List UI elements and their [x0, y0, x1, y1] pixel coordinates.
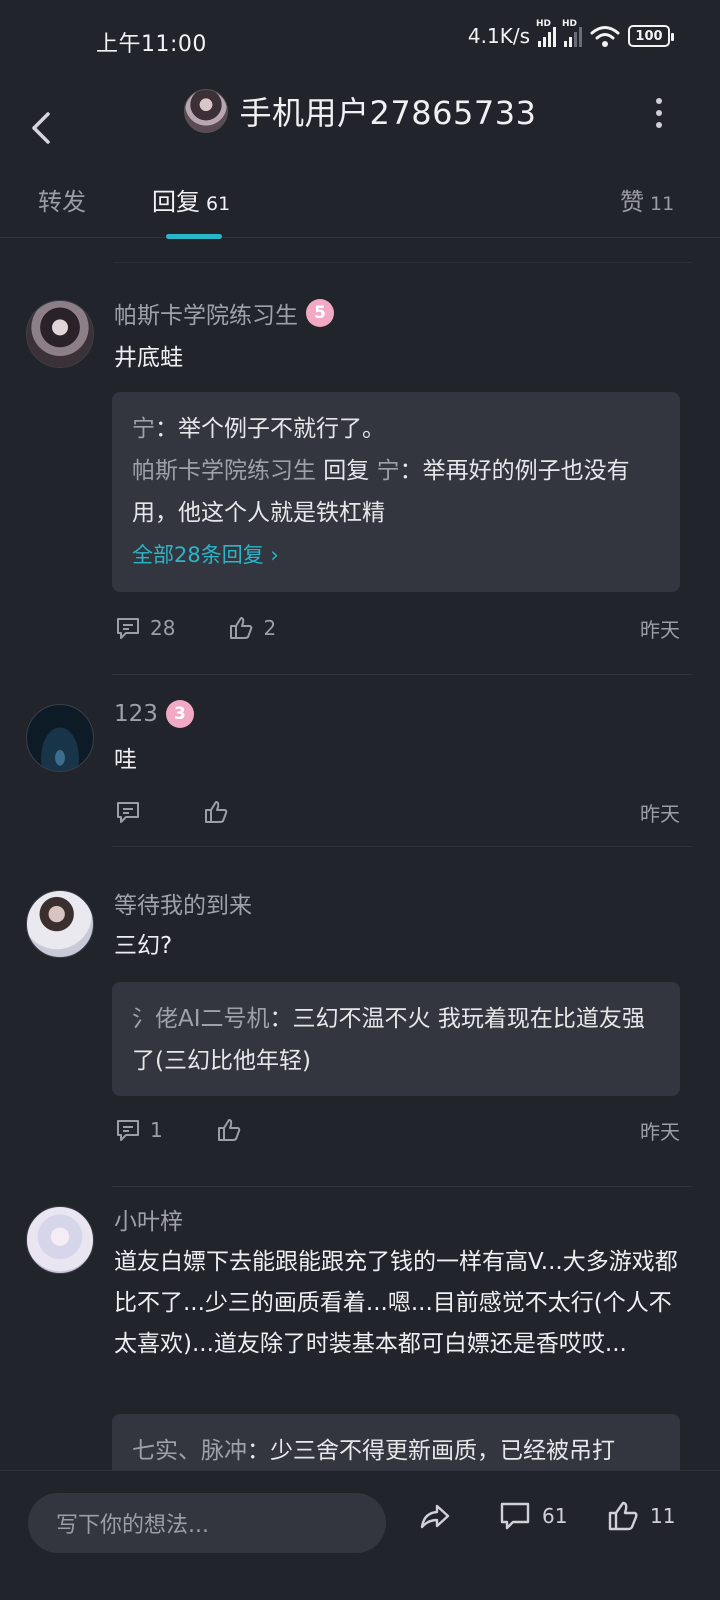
like-button[interactable]: 2 [227, 614, 276, 642]
signal-icon: HD [536, 19, 556, 47]
like-button[interactable]: 11 [606, 1499, 675, 1533]
level-badge: 5 [306, 299, 334, 327]
comment-text: 道友白嫖下去能跟能跟充了钱的一样有高V...大多游戏都比不了...少三的画质看着… [114, 1249, 678, 1357]
tab-repost[interactable]: 转发 [38, 182, 86, 217]
reply-preview[interactable]: 氵佬AI二号机：三幻不温不火 我玩着现在比道友强了(三幻比他年轻) [112, 982, 680, 1096]
status-bar: 上午11:00 4.1K/s HD HD 100 [0, 0, 720, 80]
tab-bar: 转发 回复 61 赞 11 [0, 180, 720, 239]
avatar[interactable] [26, 704, 94, 772]
comment-text: 三幻? [114, 933, 173, 959]
tab-replies[interactable]: 回复 61 [152, 182, 230, 217]
share-icon [420, 1504, 450, 1529]
avatar[interactable] [26, 890, 94, 958]
comment-icon [117, 618, 139, 639]
comment-icon [117, 802, 139, 823]
comments-button[interactable]: 61 [498, 1499, 567, 1533]
comment-time: 昨天 [640, 1119, 680, 1144]
like-button[interactable] [202, 798, 238, 826]
status-time: 上午11:00 [96, 32, 207, 57]
tab-likes[interactable]: 赞 11 [620, 182, 674, 217]
comment-actions: 1 昨天 [114, 1114, 680, 1146]
title-area[interactable]: 手机用户27865733 [0, 88, 720, 134]
wifi-icon [590, 26, 620, 47]
divider [112, 1186, 692, 1187]
comment-input[interactable]: 写下你的想法... [28, 1493, 386, 1553]
comment-actions: 昨天 [114, 796, 680, 828]
comment-text: 哇 [114, 747, 137, 773]
comment-username[interactable]: 小叶梓 [114, 1202, 183, 1236]
view-all-replies-link[interactable]: 全部28条回复 › [132, 534, 660, 576]
thumbs-up-icon [608, 1501, 638, 1531]
signal-icon: HD [562, 19, 582, 47]
avatar[interactable] [26, 1206, 94, 1274]
share-button[interactable] [418, 1499, 452, 1533]
battery-icon: 100 [628, 25, 674, 47]
avatar[interactable] [26, 300, 94, 368]
header: 手机用户27865733 [0, 80, 720, 180]
thumbs-up-icon [217, 1119, 241, 1141]
level-badge: 3 [165, 700, 194, 728]
bottom-bar: 写下你的想法... 61 11 [0, 1470, 720, 1600]
comment-text: 井底蛙 [114, 345, 183, 371]
network-speed: 4.1K/s [467, 24, 530, 48]
divider [114, 262, 692, 263]
reply-preview[interactable]: 宁：举个例子不就行了。 帕斯卡学院练习生 回复 宁：举再好的例子也没有用，他这个… [112, 392, 680, 592]
status-icons: 4.1K/s HD HD 100 [467, 19, 674, 48]
reply-button[interactable] [114, 798, 150, 826]
comment-icon [500, 1502, 530, 1530]
comment-actions: 28 2 昨天 [114, 612, 680, 644]
comment-username[interactable]: 帕斯卡学院练习生 5 [114, 296, 334, 330]
divider [112, 674, 692, 675]
tab-indicator [166, 234, 222, 239]
comment-username[interactable]: 等待我的到来 [114, 886, 252, 920]
reply-button[interactable]: 1 [114, 1116, 163, 1144]
comment-icon [117, 1120, 139, 1141]
like-button[interactable] [215, 1116, 251, 1144]
comment-time: 昨天 [640, 801, 680, 826]
divider [112, 846, 692, 847]
thumbs-up-icon [205, 801, 228, 823]
avatar[interactable] [183, 89, 228, 133]
page-title: 手机用户27865733 [239, 94, 537, 132]
comment-time: 昨天 [640, 617, 680, 642]
comment-username[interactable]: 123 3 [114, 700, 194, 728]
thumbs-up-icon [230, 617, 253, 639]
more-icon[interactable] [654, 98, 664, 128]
reply-button[interactable]: 28 [114, 614, 175, 642]
